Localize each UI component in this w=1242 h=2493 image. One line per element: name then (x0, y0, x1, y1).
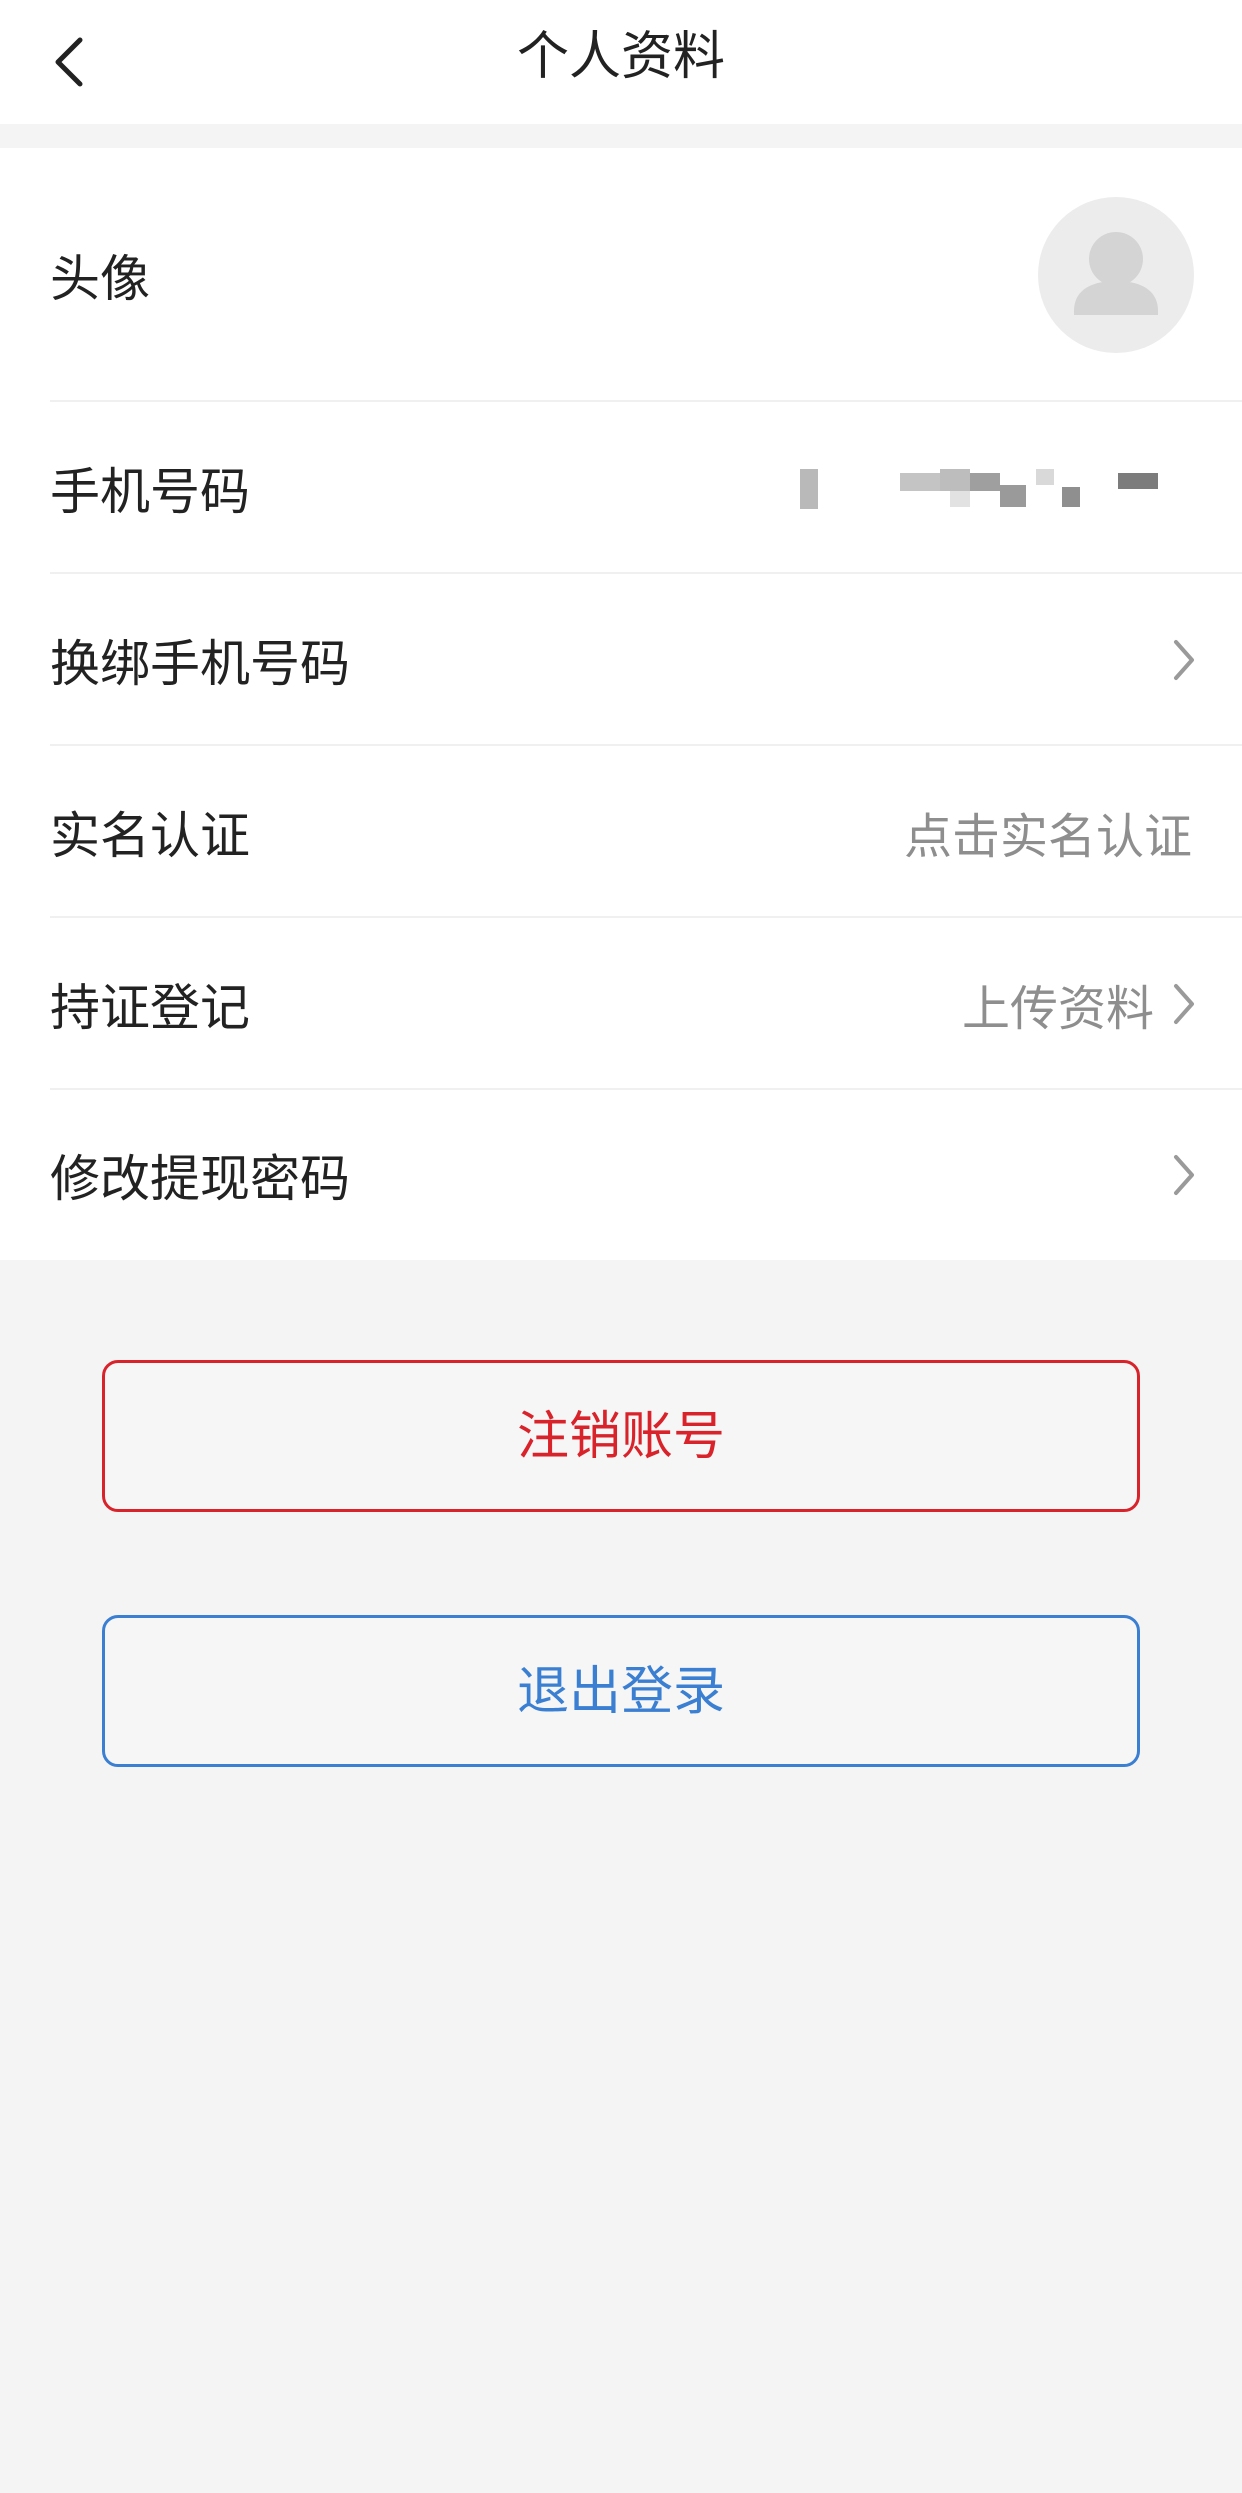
row-label-change-phone: 换绑手机号码 (50, 635, 350, 693)
nav-bar: 个人资料 (0, 0, 1242, 124)
row-label-phone-number: 手机号码 (50, 463, 250, 521)
row-real-name-verification[interactable]: 实名认证 点击实名认证 (0, 746, 1242, 918)
row-label-real-name: 实名认证 (50, 807, 250, 865)
user-placeholder-icon (1074, 232, 1158, 315)
chevron-right-icon (1174, 1155, 1194, 1195)
row-label-certificate: 持证登记 (50, 979, 250, 1037)
chevron-right-icon (1174, 984, 1194, 1024)
avatar[interactable] (1038, 197, 1194, 353)
chevron-right-icon (1174, 640, 1194, 680)
row-value-certificate: 上传资料 (961, 981, 1154, 1037)
logout-button[interactable]: 退出登录 (102, 1615, 1140, 1767)
row-label-withdraw-password: 修改提现密码 (50, 1150, 350, 1208)
row-label-avatar: 头像 (50, 250, 150, 308)
row-avatar[interactable]: 头像 (0, 148, 1242, 402)
masked-phone-value (800, 469, 1158, 509)
profile-settings-list: 头像 手机号码 换绑手机号码 实名认证 点击实名认证 持证登记 上传资料 修改提… (0, 148, 1242, 1260)
row-change-withdraw-password[interactable]: 修改提现密码 (0, 1090, 1242, 1260)
row-phone-number[interactable]: 手机号码 (0, 402, 1242, 574)
row-value-real-name: 点击实名认证 (903, 809, 1192, 865)
row-change-phone[interactable]: 换绑手机号码 (0, 574, 1242, 746)
row-certificate-registration[interactable]: 持证登记 上传资料 (0, 918, 1242, 1090)
page-title: 个人资料 (516, 27, 725, 87)
cancel-account-button[interactable]: 注销账号 (102, 1360, 1140, 1512)
